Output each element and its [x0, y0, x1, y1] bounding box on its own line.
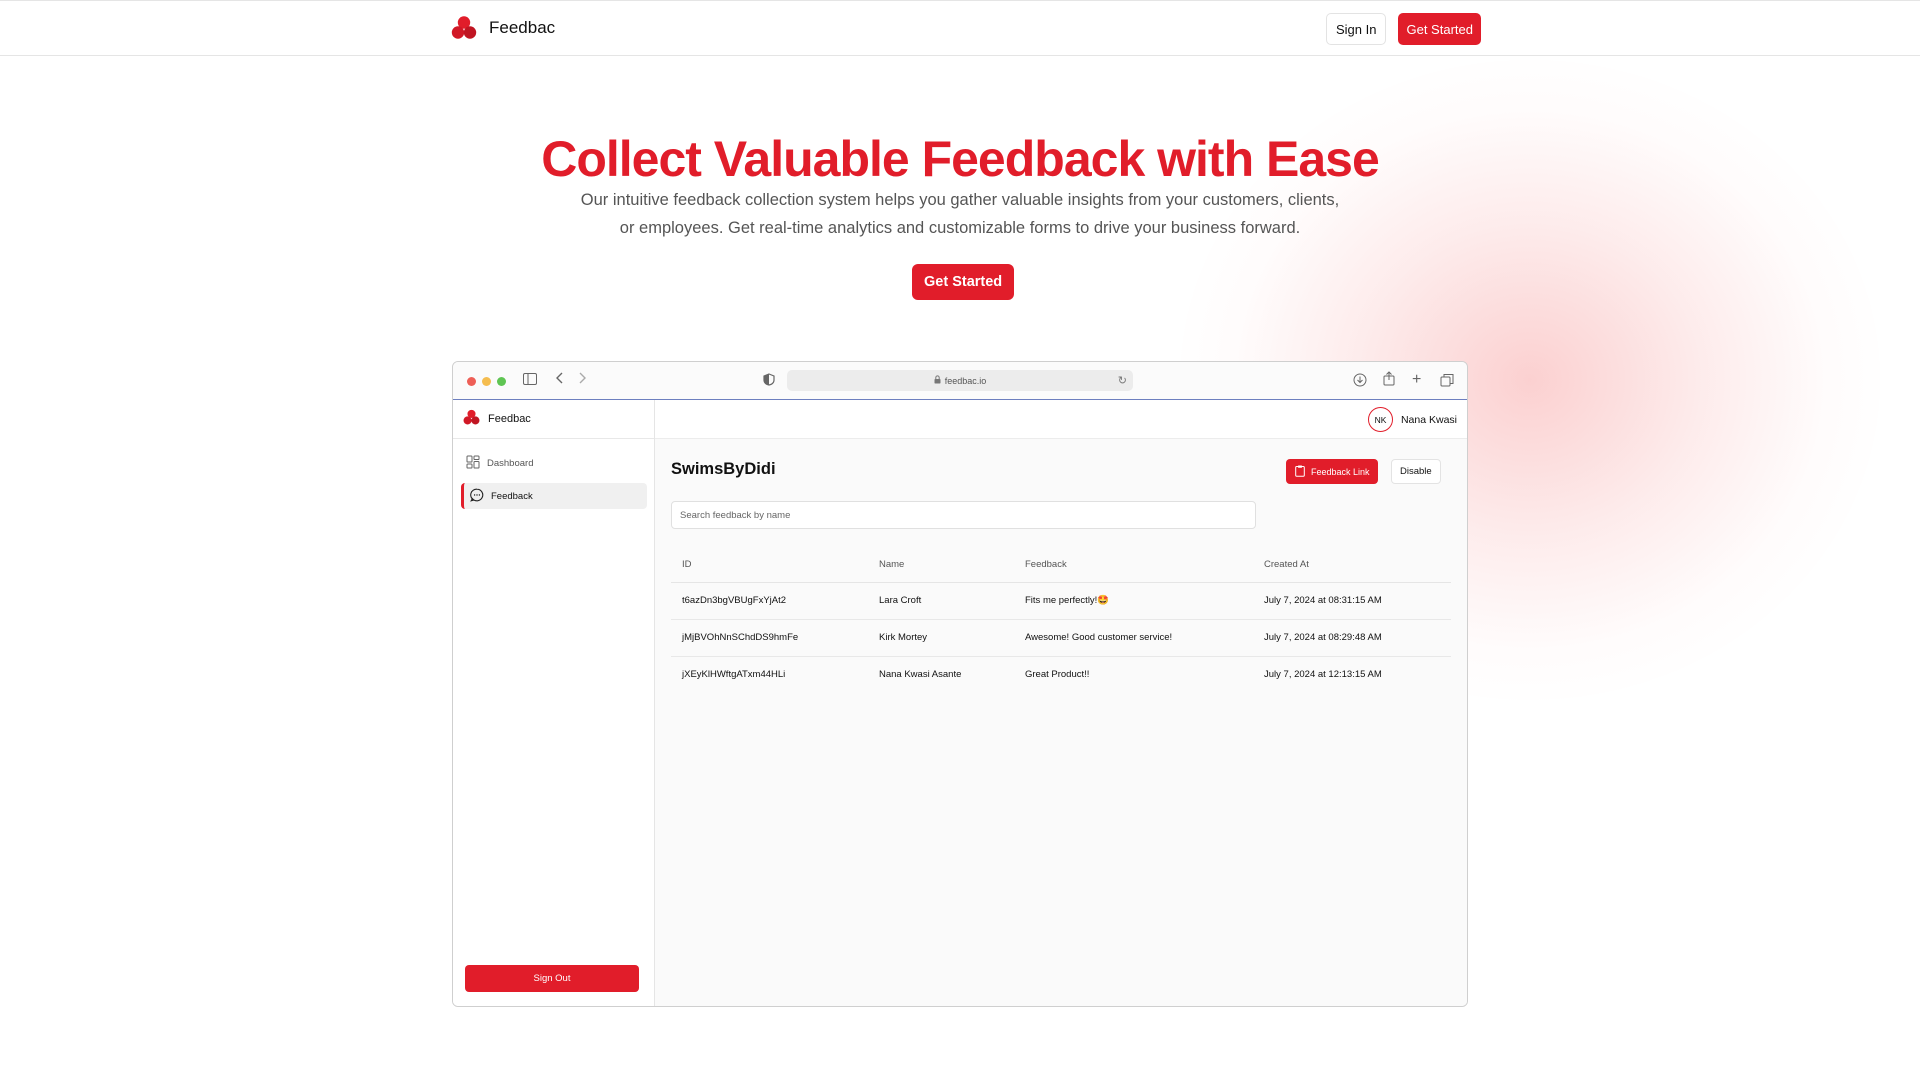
- brand-name: Feedbac: [489, 18, 556, 37]
- cell-created-at: July 7, 2024 at 08:29:48 AM: [1253, 619, 1451, 657]
- shield-icon[interactable]: [763, 373, 775, 389]
- user-name: Nana Kwasi: [1400, 413, 1457, 426]
- cell-feedback: Awesome! Good customer service!: [1014, 619, 1253, 657]
- browser-mockup: feedbac.io ↻ + Feedbac Dashboard Feedbac…: [452, 361, 1468, 1007]
- search-input[interactable]: [671, 501, 1256, 529]
- page-title: SwimsByDidi: [671, 460, 776, 478]
- sign-out-button[interactable]: Sign Out: [465, 965, 639, 992]
- feedback-link-label: Feedback Link: [1311, 466, 1370, 477]
- close-window-dot[interactable]: [467, 377, 476, 386]
- reload-icon[interactable]: ↻: [1118, 374, 1127, 387]
- cell-id: jMjBVOhNnSChdDS9hmFe: [671, 619, 868, 657]
- feedback-table: ID Name Feedback Created At t6azDn3bgVBU…: [671, 548, 1451, 693]
- sidebar-brand-name: Feedbac: [488, 413, 531, 425]
- message-icon: [470, 488, 484, 505]
- cell-id: t6azDn3bgVBUgFxYjAt2: [671, 582, 868, 620]
- zoom-window-dot[interactable]: [497, 377, 506, 386]
- top-navbar: Feedbac Sign In Get Started: [0, 0, 1920, 56]
- sidebar-item-label: Feedback: [491, 490, 533, 502]
- feedbac-logo-icon: [463, 409, 480, 429]
- hero-get-started-button[interactable]: Get Started: [912, 264, 1015, 300]
- sign-in-button[interactable]: Sign In: [1326, 13, 1387, 45]
- cell-feedback: Fits me perfectly!🤩: [1014, 582, 1253, 620]
- minimize-window-dot[interactable]: [482, 377, 491, 386]
- forward-icon[interactable]: [577, 371, 587, 388]
- table-row[interactable]: jMjBVOhNnSChdDS9hmFe Kirk Mortey Awesome…: [671, 619, 1451, 657]
- app-window: Feedbac Dashboard Feedback Sign Out NK N…: [453, 400, 1467, 1006]
- browser-toolbar: feedbac.io ↻ +: [453, 362, 1467, 400]
- cell-name: Lara Croft: [868, 582, 1014, 620]
- cell-name: Nana Kwasi Asante: [879, 669, 962, 681]
- main-content: NK Nana Kwasi SwimsByDidi Feedback Link …: [655, 400, 1467, 1006]
- cell-feedback: Great Product!!: [1025, 669, 1090, 681]
- table-row[interactable]: t6azDn3bgVBUgFxYjAt2 Lara Croft Fits me …: [671, 582, 1451, 620]
- lock-icon: [934, 375, 941, 386]
- feedback-link-button[interactable]: Feedback Link: [1286, 459, 1378, 484]
- window-controls: [467, 377, 506, 386]
- nav-actions: Sign In Get Started: [1326, 13, 1481, 45]
- user-menu[interactable]: NK Nana Kwasi: [1367, 407, 1457, 432]
- column-header-feedback[interactable]: Feedback: [1014, 548, 1253, 583]
- clipboard-icon: [1295, 465, 1305, 479]
- cell-created-at: July 7, 2024 at 12:13:15 AM: [1264, 669, 1382, 681]
- sidebar-item-feedback[interactable]: Feedback: [461, 483, 647, 509]
- feedbac-logo-icon: [451, 15, 477, 41]
- table-row[interactable]: jXEyKlHWftgATxm44HLi Nana Kwasi Asante G…: [671, 656, 1451, 693]
- column-header-name[interactable]: Name: [868, 548, 1014, 583]
- app-header: NK Nana Kwasi: [655, 400, 1467, 439]
- cell-created-at: July 7, 2024 at 08:31:15 AM: [1253, 582, 1451, 620]
- cell-id: jXEyKlHWftgATxm44HLi: [682, 669, 786, 681]
- sidebar-item-label: Dashboard: [487, 457, 534, 469]
- disable-button[interactable]: Disable: [1391, 459, 1441, 484]
- get-started-nav-button[interactable]: Get Started: [1398, 13, 1481, 45]
- tabs-overview-icon[interactable]: [1440, 373, 1454, 390]
- cell-name: Kirk Mortey: [868, 619, 1014, 657]
- url-text: feedbac.io: [944, 375, 987, 386]
- column-header-created-at[interactable]: Created At: [1253, 548, 1451, 583]
- hero-title: Collect Valuable Feedback with Ease: [541, 131, 1380, 187]
- sidebar-brand[interactable]: Feedbac: [453, 400, 654, 439]
- sidebar-toggle-icon[interactable]: [523, 373, 537, 388]
- brand[interactable]: Feedbac: [451, 15, 555, 41]
- download-icon[interactable]: [1353, 373, 1367, 390]
- table-header-row: ID Name Feedback Created At: [671, 548, 1451, 583]
- sidebar: Feedbac Dashboard Feedback Sign Out: [453, 400, 655, 1006]
- dashboard-icon: [466, 455, 480, 472]
- hero-subtitle: Our intuitive feedback collection system…: [580, 191, 1340, 237]
- share-icon[interactable]: [1383, 371, 1395, 389]
- column-header-id[interactable]: ID: [671, 548, 868, 583]
- address-bar[interactable]: feedbac.io ↻: [787, 370, 1133, 391]
- sidebar-item-dashboard[interactable]: Dashboard: [461, 450, 647, 476]
- avatar[interactable]: NK: [1367, 407, 1393, 432]
- back-icon[interactable]: [555, 371, 565, 388]
- new-tab-icon[interactable]: +: [1412, 371, 1421, 389]
